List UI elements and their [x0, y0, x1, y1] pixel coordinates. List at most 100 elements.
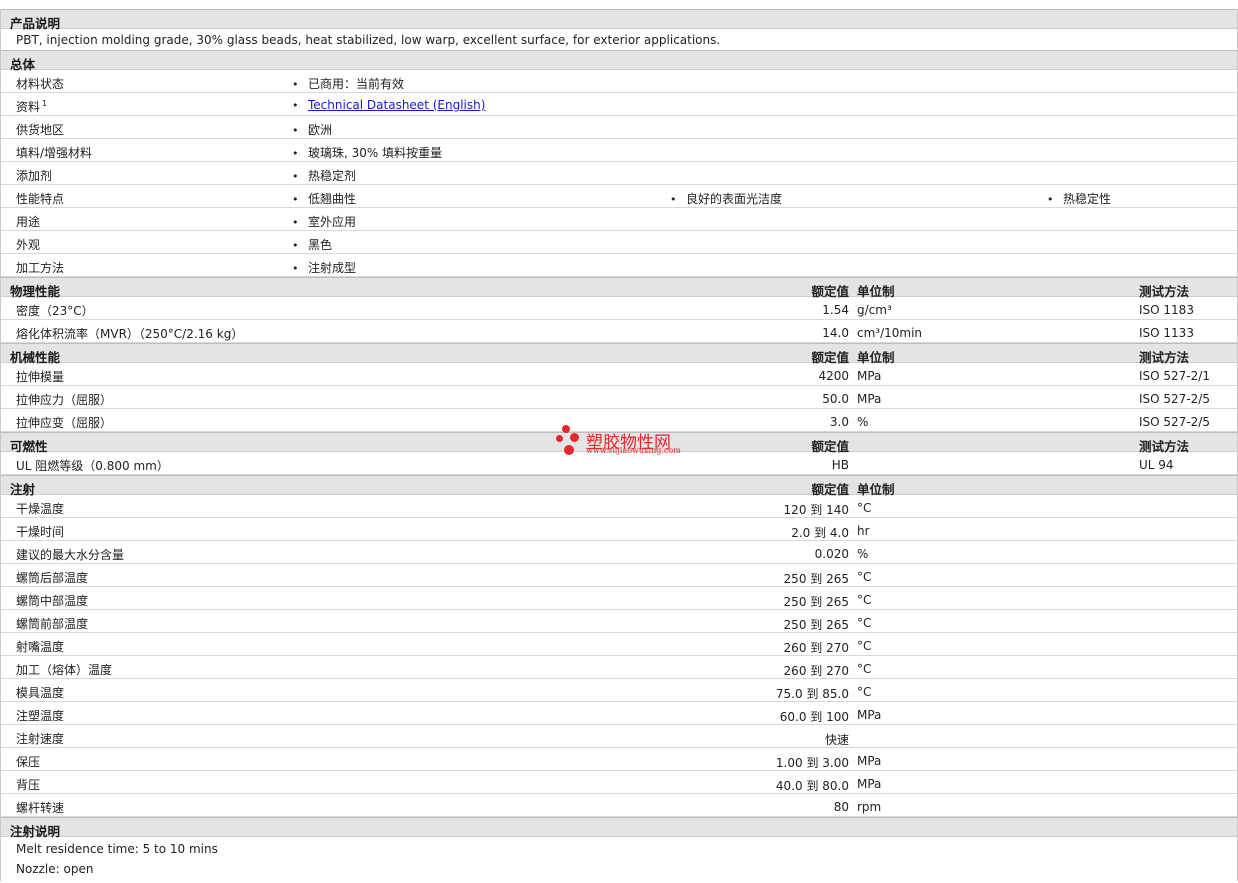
row-unit: % — [857, 547, 869, 561]
property-row: 拉伸模量 4200 MPa ISO 527-2/1 — [1, 363, 1237, 386]
row-value: 快速 — [824, 733, 849, 747]
logo-dot — [556, 435, 563, 442]
row-value: 良好的表面光洁度 — [670, 190, 782, 207]
row-value: 50.0 — [822, 392, 849, 406]
property-row: 干燥时间 2.0 到 4.0 hr — [1, 518, 1237, 541]
row-value: 欧洲 — [292, 121, 332, 138]
row-method: ISO 527-2/1 — [1139, 369, 1210, 383]
row-label: 螺筒前部温度 — [16, 617, 89, 631]
property-row: 螺筒中部温度 250 到 265 °C — [1, 587, 1237, 610]
row-label: 干燥温度 — [16, 502, 65, 516]
property-row: 注塑温度 60.0 到 100 MPa — [1, 702, 1237, 725]
row-value: 80 — [833, 800, 849, 814]
row-label: 填料/增强材料 — [16, 146, 93, 160]
footnote-marker: 1 — [42, 99, 48, 108]
row-value: 热稳定性 — [1047, 190, 1111, 207]
row-value: 0.020 — [814, 547, 849, 561]
row-label: 模具温度 — [16, 686, 65, 700]
row-label: 外观 — [16, 238, 41, 252]
row-method: ISO 527-2/5 — [1139, 415, 1210, 429]
row-label: 用途 — [16, 215, 41, 229]
watermark-url: www.sujiaowuxing.com — [586, 446, 681, 455]
row-value: 250 到 265 — [783, 595, 849, 609]
section-header-description: 产品说明 — [1, 9, 1237, 31]
description-text: PBT, injection molding grade, 30% glass … — [16, 33, 721, 47]
row-label: 添加剂 — [16, 169, 53, 183]
row-unit: rpm — [857, 800, 882, 814]
row-label: UL 阻燃等级（0.800 mm） — [16, 459, 169, 473]
row-method: UL 94 — [1139, 458, 1174, 472]
row-unit: °C — [857, 570, 872, 584]
row-label: 拉伸模量 — [16, 370, 65, 384]
general-row: 填料/增强材料 玻璃珠, 30% 填料按重量 — [1, 139, 1237, 162]
property-row: 射嘴温度 260 到 270 °C — [1, 633, 1237, 656]
row-unit: °C — [857, 685, 872, 699]
row-unit: MPa — [857, 392, 882, 406]
row-unit: % — [857, 415, 869, 429]
section-header-mechanical: 机械性能 额定值 单位制 测试方法 — [1, 343, 1237, 365]
property-row: 保压 1.00 到 3.00 MPa — [1, 748, 1237, 771]
section-header-general: 总体 — [1, 50, 1237, 72]
row-value: 14.0 — [822, 326, 849, 340]
row-value: 250 到 265 — [783, 618, 849, 632]
row-label: 材料状态 — [16, 77, 65, 91]
row-label: 性能特点 — [16, 192, 65, 206]
row-unit: MPa — [857, 369, 882, 383]
note-line: Melt residence time: 5 to 10 mins — [16, 842, 218, 856]
property-row: 螺杆转速 80 rpm — [1, 794, 1237, 817]
row-method: ISO 1183 — [1139, 303, 1194, 317]
property-row: 拉伸应力（屈服） 50.0 MPa ISO 527-2/5 — [1, 386, 1237, 409]
logo-dot — [564, 445, 574, 455]
section-header-physical: 物理性能 额定值 单位制 测试方法 — [1, 277, 1237, 299]
property-row: 背压 40.0 到 80.0 MPa — [1, 771, 1237, 794]
property-row: 模具温度 75.0 到 85.0 °C — [1, 679, 1237, 702]
row-label: 拉伸应力（屈服） — [16, 393, 113, 407]
row-label: 注塑温度 — [16, 709, 65, 723]
row-value: 1.00 到 3.00 — [775, 756, 849, 770]
watermark-logo: 塑胶物性网 www.sujiaowuxing.com — [556, 425, 696, 461]
row-unit: MPa — [857, 754, 882, 768]
row-value: 260 到 270 — [783, 664, 849, 678]
row-label: 螺杆转速 — [16, 801, 65, 815]
logo-dot — [570, 433, 579, 442]
row-value: 260 到 270 — [783, 641, 849, 655]
row-label: 建议的最大水分含量 — [16, 548, 125, 562]
row-unit: °C — [857, 662, 872, 676]
general-row: 外观 黑色 — [1, 231, 1237, 254]
general-row: 性能特点 低翘曲性 良好的表面光洁度 热稳定性 — [1, 185, 1237, 208]
section-header-injection-notes: 注射说明 — [1, 817, 1237, 839]
row-value: 玻璃珠, 30% 填料按重量 — [292, 144, 442, 161]
general-row: 添加剂 热稳定剂 — [1, 162, 1237, 185]
general-row: 加工方法 注射成型 — [1, 254, 1237, 277]
row-label: 供货地区 — [16, 123, 65, 137]
general-row: 材料状态 已商用：当前有效 — [1, 70, 1237, 93]
row-label: 拉伸应变（屈服） — [16, 416, 113, 430]
row-label: 加工方法 — [16, 261, 65, 275]
row-method: ISO 1133 — [1139, 326, 1194, 340]
description-row: PBT, injection molding grade, 30% glass … — [1, 29, 1237, 50]
row-unit: MPa — [857, 708, 882, 722]
row-value: 热稳定剂 — [292, 167, 356, 184]
row-label: 资料 1 — [16, 99, 48, 114]
row-value: 2.0 到 4.0 — [791, 526, 849, 540]
row-label: 干燥时间 — [16, 525, 65, 539]
general-row: 资料1 Technical Datasheet (English) — [1, 93, 1237, 116]
row-unit: °C — [857, 593, 872, 607]
row-value: 3.0 — [829, 415, 849, 429]
row-unit: °C — [857, 501, 872, 515]
row-unit: °C — [857, 639, 872, 653]
row-method: ISO 527-2/5 — [1139, 392, 1210, 406]
row-value: HB — [831, 458, 849, 472]
row-label: 射嘴温度 — [16, 640, 65, 654]
general-row: 供货地区 欧洲 — [1, 116, 1237, 139]
section-header-injection: 注射 额定值 单位制 — [1, 475, 1237, 497]
row-value: 室外应用 — [292, 213, 356, 230]
datasheet-link[interactable]: Technical Datasheet (English) — [308, 98, 485, 112]
row-value: 4200 — [818, 369, 849, 383]
property-row: 注射速度 快速 — [1, 725, 1237, 748]
property-row: 加工（熔体）温度 260 到 270 °C — [1, 656, 1237, 679]
row-label: 背压 — [16, 778, 41, 792]
row-label: 螺筒中部温度 — [16, 594, 89, 608]
property-row: 螺筒后部温度 250 到 265 °C — [1, 564, 1237, 587]
row-value: 75.0 到 85.0 — [775, 687, 849, 701]
